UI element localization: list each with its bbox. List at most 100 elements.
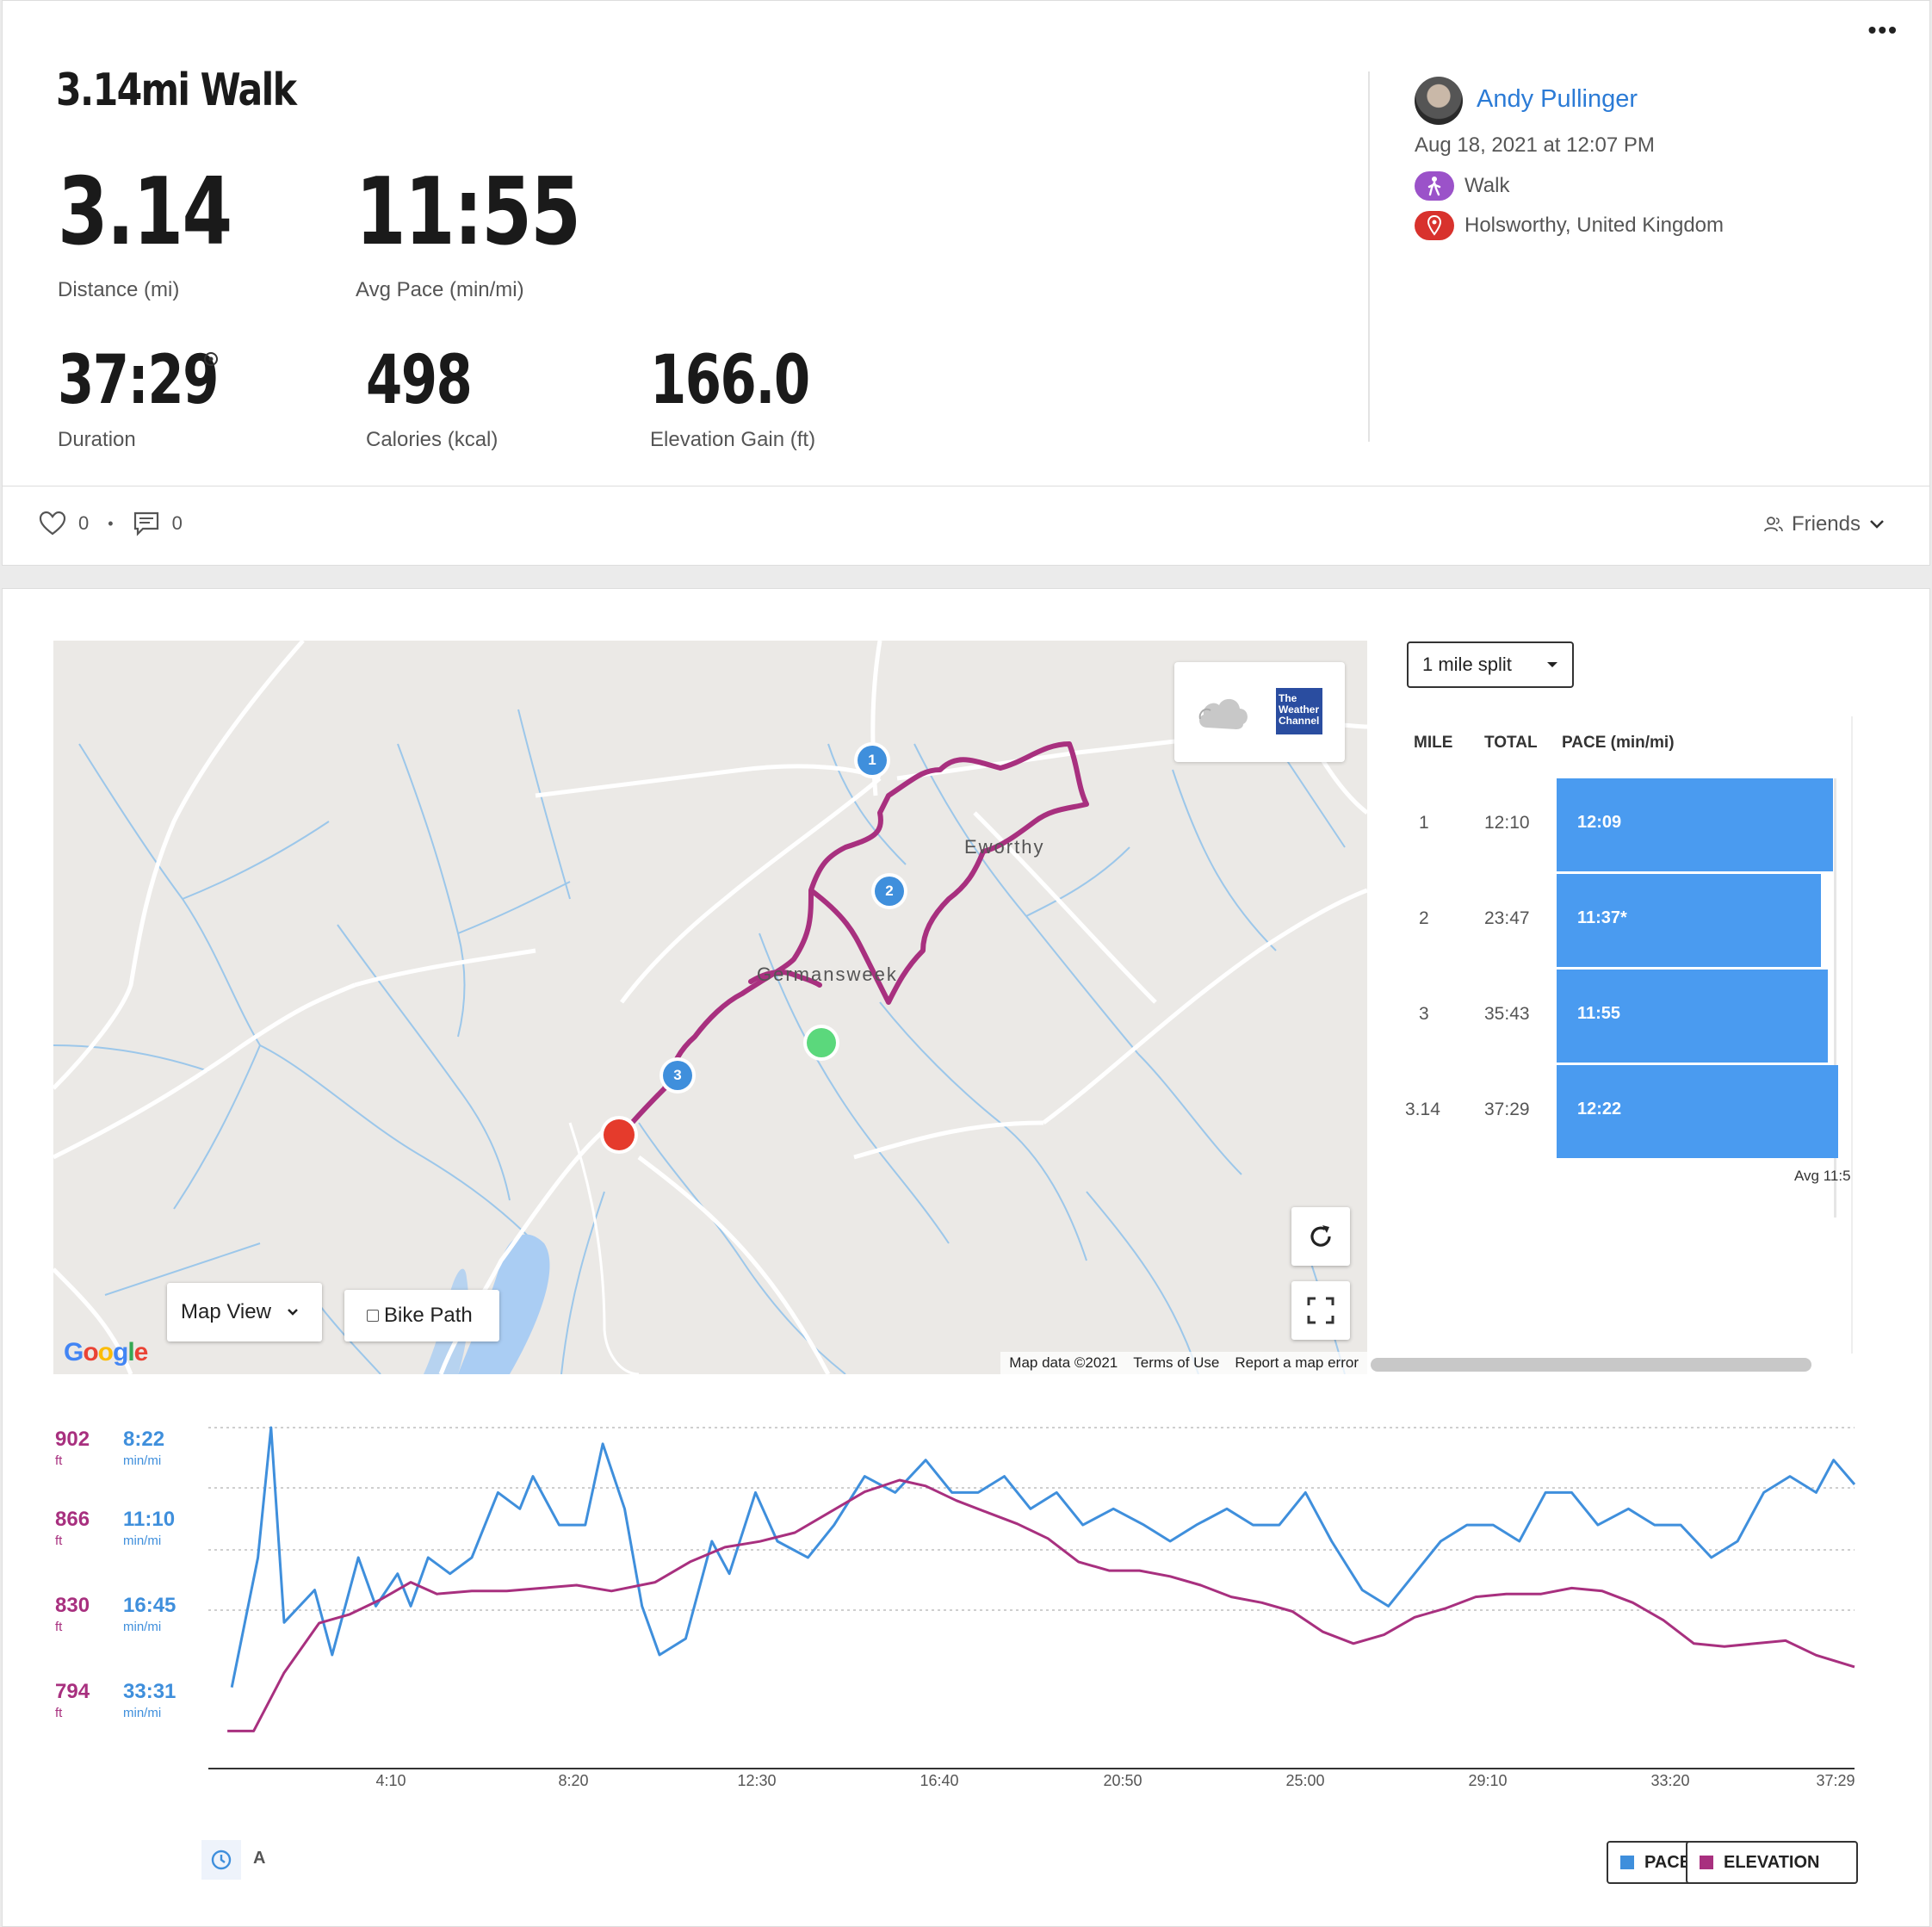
reset-map-button[interactable] [1291, 1207, 1350, 1266]
avatar[interactable] [1415, 77, 1463, 125]
distance-value: 3.14 [58, 158, 232, 266]
summary-divider [1368, 71, 1370, 442]
elevation-value: 166.0 [650, 342, 810, 419]
calories-label: Calories (kcal) [366, 428, 498, 451]
caret-down-icon [1547, 662, 1557, 667]
like-heart-icon[interactable] [39, 511, 66, 536]
more-options-button[interactable]: ••• [1868, 16, 1898, 44]
refresh-icon [1310, 1225, 1331, 1247]
x-tick-label: 12:30 [737, 1772, 777, 1789]
legend-pace-label: PACE [1644, 1852, 1692, 1872]
calories-stat: 498 Calories (kcal) [366, 347, 501, 452]
activity-summary-card: ••• 3.14mi Walk 3.14 Distance (mi) 11:55… [2, 0, 1930, 566]
comment-icon[interactable] [133, 511, 160, 536]
bike-path-checkbox[interactable] [367, 1310, 379, 1322]
map-end-marker[interactable] [600, 1116, 638, 1154]
x-tick-label: 4:10 [375, 1772, 406, 1789]
x-tick-label: 37:29 [1816, 1772, 1855, 1789]
map-attribution: Map data ©2021 Terms of Use Report a map… [1000, 1352, 1367, 1374]
split-interval-select[interactable]: 1 mile split [1407, 641, 1574, 688]
splits-header-mile: MILE [1414, 734, 1453, 752]
x-tick-label: 29:10 [1468, 1772, 1508, 1789]
duration-stat: 37:29 Duration [58, 347, 263, 452]
splits-table: MILE TOTAL PACE (min/mi) 1 12:10 12:09 2 23:… [1365, 716, 1853, 1354]
avg-pace-value: 11:55 [356, 158, 581, 266]
mile-marker-3[interactable]: 3 [659, 1057, 696, 1094]
x-tick-label: 25:00 [1285, 1772, 1325, 1789]
pace-swatch [1620, 1856, 1634, 1869]
split-mile: 1 [1419, 813, 1429, 833]
weather-widget[interactable]: The Weather Channel [1174, 662, 1345, 762]
avg-pace-label: Avg 11:5 [1794, 1168, 1851, 1184]
fullscreen-icon [1307, 1297, 1334, 1324]
duration-label: Duration [58, 428, 136, 451]
map-base-layer [53, 641, 1367, 1374]
split-total: 23:47 [1484, 908, 1530, 928]
split-row: 3 35:43 11:55 [1365, 970, 1851, 1063]
avg-pace-label: Avg Pace (min/mi) [356, 278, 524, 301]
activity-type-row: Walk [1415, 171, 1509, 201]
terms-of-use-link[interactable]: Terms of Use [1133, 1354, 1219, 1372]
elevation-label: Elevation Gain (ft) [650, 428, 816, 451]
location-label: Holsworthy, United Kingdom [1464, 214, 1725, 237]
splits-header-pace: PACE (min/mi) [1562, 734, 1675, 752]
split-row: 3.14 37:29 12:22 [1365, 1065, 1851, 1158]
privacy-label: Friends [1791, 512, 1861, 536]
map-start-marker[interactable] [803, 1025, 839, 1061]
bike-path-label: Bike Path [384, 1304, 473, 1327]
activity-type-label: Walk [1464, 174, 1510, 197]
legend-elevation-toggle[interactable]: ELEVATION [1686, 1841, 1858, 1884]
weather-channel-logo: The Weather Channel [1276, 688, 1322, 734]
privacy-dropdown[interactable]: Friends [1764, 512, 1885, 536]
split-pace-value: 12:22 [1577, 1100, 1622, 1118]
elevation-stat: 166.0 Elevation Gain (ft) [650, 347, 854, 452]
mile-marker-1[interactable]: 1 [854, 742, 890, 778]
location-pin-icon [1415, 211, 1454, 240]
chevron-down-icon [1870, 520, 1884, 529]
pace-elevation-chart[interactable] [0, 1403, 1932, 1800]
duration-value: 37:29 [58, 342, 219, 419]
split-pace-bar: 11:37* [1557, 874, 1821, 967]
bike-path-toggle[interactable]: Bike Path [344, 1290, 499, 1341]
splits-body: 1 12:10 12:09 2 23:47 11:37* 3 35:43 11:55 3.14 37… [1365, 778, 1851, 1218]
activity-title: 3.14mi Walk [56, 65, 297, 116]
split-row: 2 23:47 11:37* [1365, 874, 1851, 967]
elevation-swatch [1700, 1856, 1713, 1869]
splits-header-total: TOTAL [1484, 734, 1538, 752]
time-axis-toggle[interactable] [201, 1840, 241, 1880]
split-interval-label: 1 mile split [1422, 654, 1512, 675]
split-total: 12:10 [1484, 813, 1530, 833]
x-tick-label: 20:50 [1103, 1772, 1142, 1789]
report-map-error-link[interactable]: Report a map error [1235, 1354, 1359, 1372]
splits-horizontal-scrollbar[interactable] [1371, 1358, 1811, 1372]
chevron-down-icon [288, 1309, 298, 1316]
split-mile: 3.14 [1405, 1100, 1440, 1119]
split-total: 37:29 [1484, 1100, 1530, 1119]
fullscreen-button[interactable] [1291, 1281, 1350, 1340]
split-pace-bar: 12:09 [1557, 778, 1833, 871]
distance-label: Distance (mi) [58, 278, 180, 301]
user-name-link[interactable]: Andy Pullinger [1477, 85, 1638, 114]
cloud-icon [1198, 698, 1248, 729]
pace-series-line [230, 1426, 1856, 1688]
separator-dot: • [108, 514, 114, 532]
map-town-label: Eworthy [964, 836, 1045, 858]
legend-elevation-label: ELEVATION [1724, 1852, 1820, 1872]
split-pace-bar: 11:55 [1557, 970, 1828, 1063]
distance-axis-toggle[interactable]: A [253, 1849, 265, 1868]
clock-icon [211, 1850, 232, 1870]
distance-stat: 3.14 Distance (mi) [58, 166, 280, 302]
x-tick-label: 16:40 [920, 1772, 959, 1789]
x-tick-label: 8:20 [558, 1772, 589, 1789]
split-total: 35:43 [1484, 1004, 1530, 1024]
moving-time-info-icon[interactable] [202, 350, 220, 368]
location-row: Holsworthy, United Kingdom [1415, 211, 1724, 240]
avg-pace-stat: 11:55 Avg Pace (min/mi) [356, 166, 643, 302]
map-view-select[interactable]: Map View [167, 1283, 322, 1341]
route-map[interactable]: Eworthy Germansweek 1 2 3 The Weather Ch… [53, 641, 1367, 1374]
activity-date: Aug 18, 2021 at 12:07 PM [1415, 133, 1655, 157]
google-logo: Google [64, 1338, 148, 1366]
social-bar: 0 • 0 [39, 511, 183, 536]
mile-marker-2[interactable]: 2 [871, 873, 907, 909]
calories-value: 498 [366, 342, 473, 419]
